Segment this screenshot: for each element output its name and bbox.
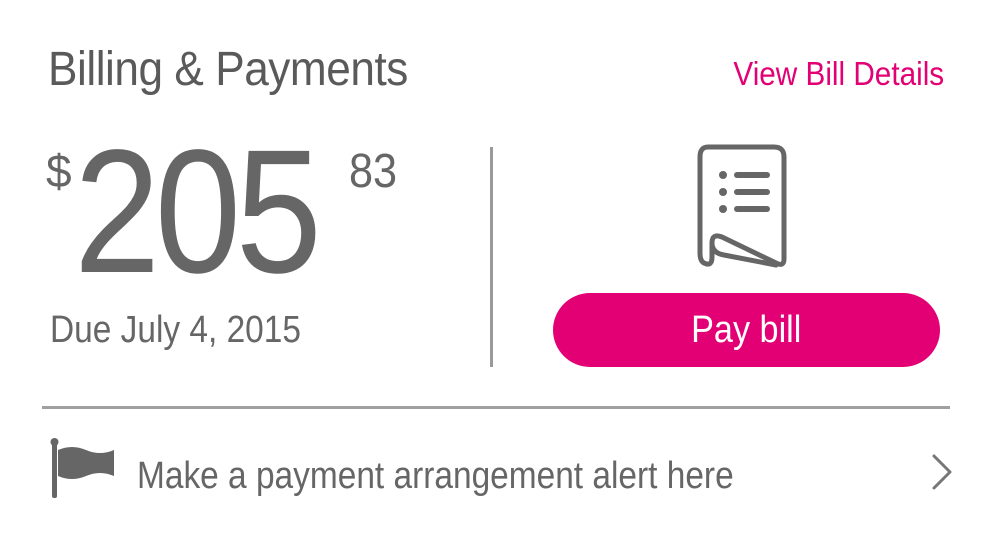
page-title: Billing & Payments: [48, 43, 408, 96]
chevron-right-icon: [932, 454, 952, 490]
due-date: Due July 4, 2015: [50, 309, 301, 351]
vertical-divider: [490, 147, 493, 367]
payment-arrangement-alert-row[interactable]: Make a payment arrangement alert here: [42, 430, 960, 510]
balance-amount: $ 205 83: [46, 124, 466, 300]
balance-cents: 83: [349, 145, 398, 198]
currency-symbol: $: [46, 145, 72, 197]
bill-document-icon: [697, 144, 787, 268]
horizontal-divider: [42, 406, 950, 409]
pay-bill-button[interactable]: Pay bill: [553, 293, 940, 367]
alert-text: Make a payment arrangement alert here: [137, 455, 734, 497]
flag-icon: [50, 438, 114, 498]
view-bill-details-link[interactable]: View Bill Details: [733, 53, 944, 95]
pay-bill-label: Pay bill: [691, 309, 802, 351]
billing-card: Billing & Payments View Bill Details $ 2…: [0, 0, 990, 548]
balance-dollars: 205: [74, 114, 322, 310]
